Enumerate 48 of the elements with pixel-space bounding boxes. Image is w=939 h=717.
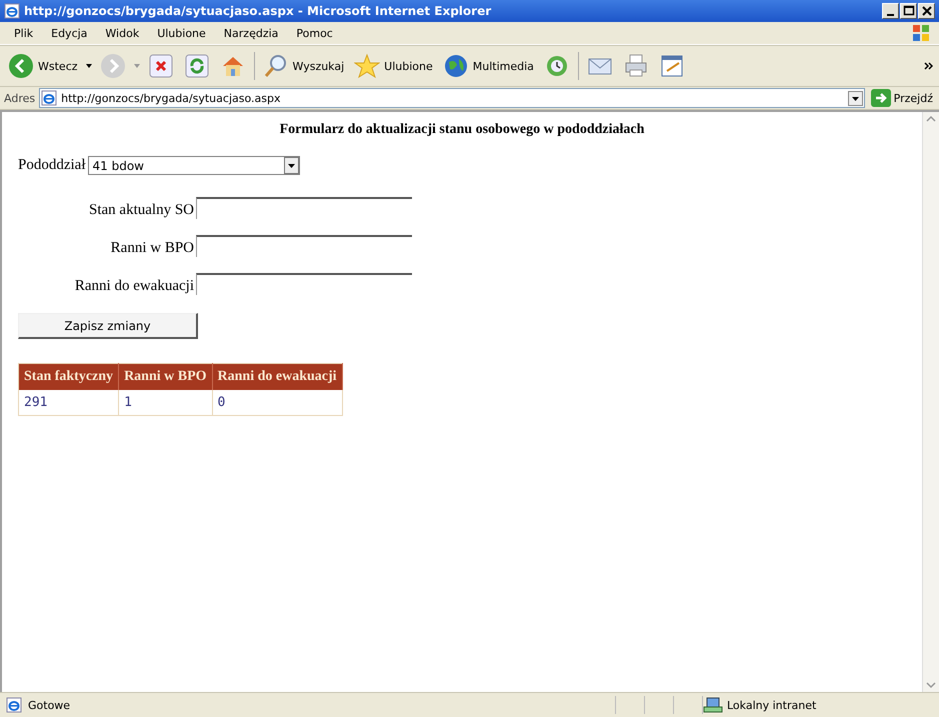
ie-page-icon [6, 697, 22, 713]
window-title: http://gonzocs/brygada/sytuacjaso.aspx - Microsoft Internet Explorer [24, 4, 492, 18]
column-header: Stan faktyczny [18, 364, 119, 390]
back-button[interactable]: Wstecz [6, 51, 80, 81]
column-header: Ranni w BPO [118, 364, 212, 390]
chevron-icon[interactable] [924, 62, 933, 70]
field-label: Ranni w BPO [110, 240, 194, 257]
field-label: Stan aktualny SO [88, 202, 194, 219]
form-title: Formularz do aktualizacji stanu osobowego w pododdziałach [278, 122, 646, 138]
printer-icon[interactable] [622, 53, 649, 79]
search-button[interactable]: Wyszukaj [260, 51, 346, 81]
search-icon [262, 53, 289, 79]
menu-item[interactable]: Narzędzia [216, 24, 286, 42]
menu-item[interactable]: Edycja [43, 24, 96, 42]
maximize-icon [902, 5, 914, 17]
table-cell: 291 [18, 390, 119, 416]
vertical-scrollbar[interactable] [922, 112, 939, 692]
stop-icon[interactable] [148, 53, 174, 79]
media-button[interactable]: Multimedia [440, 51, 536, 81]
address-label: Adres [4, 92, 36, 104]
ie-page-icon [4, 3, 20, 19]
status-text: Gotowe [28, 698, 70, 712]
unit-dropdown[interactable]: 41 bdow [88, 156, 300, 175]
go-button[interactable]: Przejdź [868, 89, 935, 107]
close-icon [920, 5, 932, 17]
menu-item[interactable]: Pomoc [288, 24, 341, 42]
field-label: Ranni do ewakuacji [74, 278, 194, 295]
star-icon [354, 53, 380, 79]
field-label: Pododdział [18, 157, 86, 174]
minimize-button[interactable] [882, 3, 899, 19]
menu-item[interactable]: Ulubione [149, 24, 214, 42]
security-zone-label: Lokalny intranet [727, 698, 816, 712]
table-cell: 1 [118, 390, 212, 416]
favorites-button[interactable]: Ulubione [352, 51, 435, 81]
save-button[interactable]: Zapisz zmiany [18, 313, 198, 339]
address-field[interactable]: http://gonzocs/brygada/sytuacjaso.aspx [39, 88, 865, 108]
column-header: Ranni do ewakuacji [212, 364, 342, 390]
network-computer-icon [703, 697, 723, 713]
maximize-button[interactable] [900, 3, 917, 19]
close-button[interactable] [918, 3, 935, 19]
menu-item[interactable]: Plik [6, 24, 42, 42]
dropdown-caret-icon[interactable] [86, 64, 92, 68]
refresh-icon[interactable] [184, 53, 210, 79]
menu-item[interactable]: Widok [97, 24, 148, 42]
table-cell: 0 [212, 390, 342, 416]
minimize-icon [887, 14, 894, 16]
ie-page-icon [41, 90, 58, 106]
notepad-icon[interactable] [658, 53, 685, 79]
